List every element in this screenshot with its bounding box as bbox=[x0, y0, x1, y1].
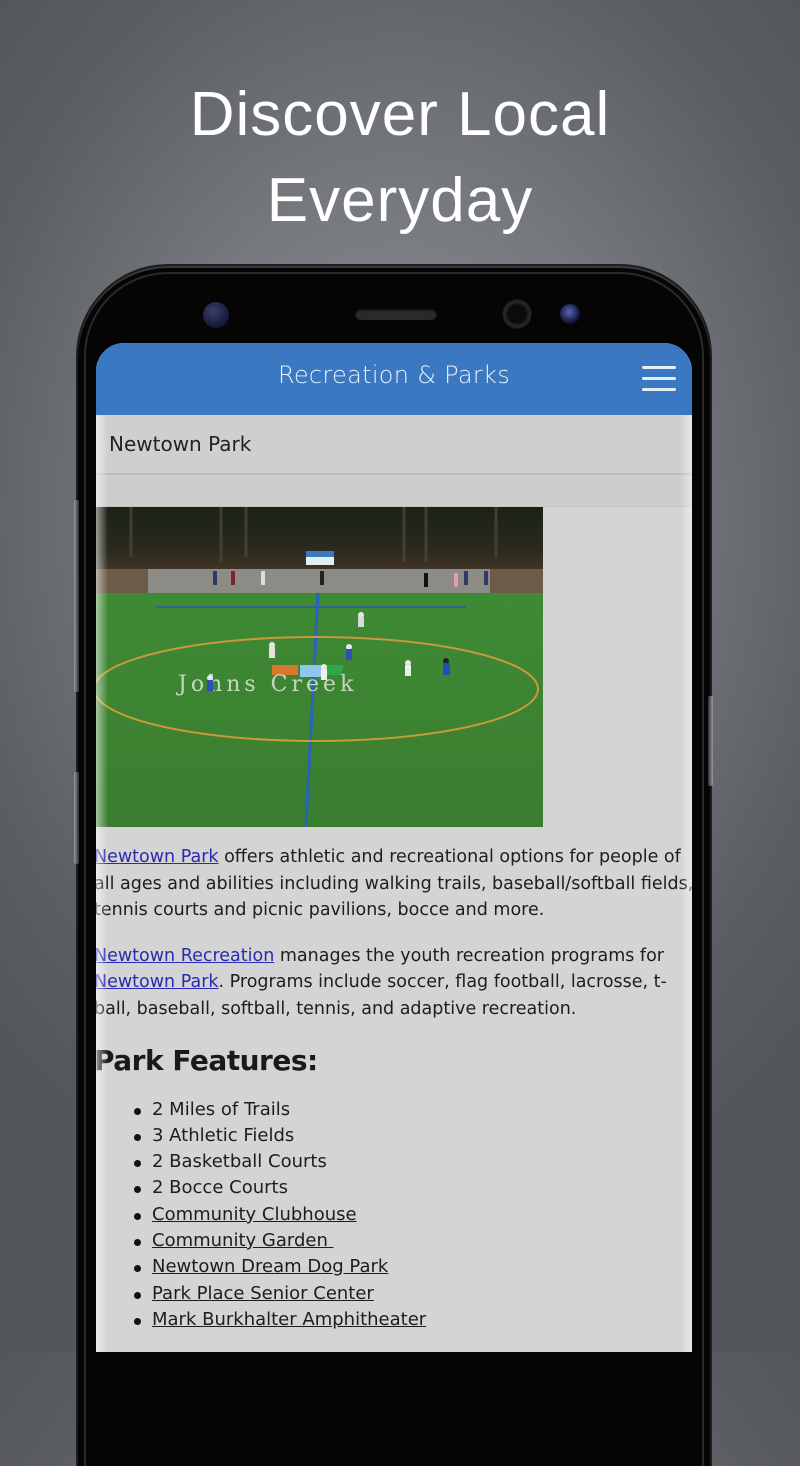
feature-item-link: Community Garden bbox=[134, 1228, 692, 1254]
field-logo-text: Johns Creek bbox=[176, 672, 357, 697]
tree-line bbox=[96, 507, 543, 579]
feature-label: 2 Basketball Courts bbox=[152, 1151, 327, 1173]
volume-up-button bbox=[74, 500, 79, 692]
senior-center-link[interactable]: Park Place Senior Center bbox=[152, 1283, 374, 1304]
hero-image: Johns Creek bbox=[96, 507, 543, 827]
proximity-sensor-icon bbox=[203, 302, 229, 328]
recreation-text-2: . Programs include soccer, flag football… bbox=[218, 972, 667, 992]
earpiece-speaker bbox=[355, 309, 437, 320]
feature-item-link: Park Place Senior Center bbox=[134, 1281, 692, 1307]
lacrosse-field-photo: Johns Creek bbox=[96, 507, 543, 827]
iris-sensor-icon bbox=[560, 304, 580, 324]
front-camera-icon bbox=[502, 299, 532, 329]
turf-field bbox=[96, 593, 543, 827]
phone-screen: Recreation & Parks Newtown Park Johns Cr… bbox=[96, 343, 692, 1352]
amphitheater-link[interactable]: Mark Burkhalter Amphitheater bbox=[152, 1309, 426, 1330]
hamburger-menu-icon-bottom bbox=[642, 388, 676, 391]
feature-label: 2 Bocce Courts bbox=[152, 1177, 288, 1199]
promo-headline-line2: Everyday bbox=[266, 166, 534, 235]
hamburger-menu-icon bbox=[642, 366, 676, 369]
page-heading: Newtown Park bbox=[109, 432, 252, 456]
app-bar: Recreation & Parks bbox=[96, 343, 692, 415]
newtown-recreation-link[interactable]: Newtown Recreation bbox=[96, 946, 274, 966]
feature-item: 2 Bocce Courts bbox=[134, 1175, 692, 1201]
park-features-list: 2 Miles of Trails 3 Athletic Fields 2 Ba… bbox=[96, 1097, 692, 1334]
intro-text: offers athletic and recreational options… bbox=[218, 847, 681, 867]
power-button bbox=[708, 696, 713, 786]
promo-headline-line1: Discover Local bbox=[189, 80, 611, 149]
intro-text-line3: tennis courts and picnic pavilions, bocc… bbox=[96, 900, 545, 920]
feature-item-link: Mark Burkhalter Amphitheater bbox=[134, 1307, 692, 1333]
hamburger-menu-icon-middle bbox=[642, 377, 676, 380]
subheader-divider bbox=[96, 475, 692, 507]
recreation-paragraph: Newtown Recreation manages the youth rec… bbox=[96, 943, 692, 1023]
menu-button[interactable] bbox=[642, 366, 676, 392]
feature-label: 3 Athletic Fields bbox=[152, 1124, 295, 1146]
app-title: Recreation & Parks bbox=[277, 361, 511, 389]
feature-item: 2 Miles of Trails bbox=[134, 1097, 692, 1123]
feature-item-link: Community Clubhouse bbox=[134, 1202, 692, 1228]
dream-dog-park-link[interactable]: Newtown Dream Dog Park bbox=[152, 1256, 388, 1277]
stone-wall bbox=[148, 569, 490, 593]
feature-item: 3 Athletic Fields bbox=[134, 1123, 692, 1149]
newtown-park-link-2[interactable]: Newtown Park bbox=[96, 972, 219, 992]
feature-item-link: Newtown Dream Dog Park bbox=[134, 1254, 692, 1280]
community-clubhouse-link[interactable]: Community Clubhouse bbox=[152, 1204, 357, 1225]
newtown-park-link[interactable]: Newtown Park bbox=[96, 847, 219, 867]
page-content: Newtown Park offers athletic and recreat… bbox=[96, 844, 692, 1333]
intro-text-line2: all ages and abilities including walking… bbox=[96, 873, 692, 894]
promo-headline: Discover Local Everyday bbox=[0, 72, 800, 244]
page-heading-bar: Newtown Park bbox=[96, 415, 692, 475]
feature-item: 2 Basketball Courts bbox=[134, 1149, 692, 1175]
recreation-text: manages the youth recreation programs fo… bbox=[274, 945, 664, 966]
bixby-button bbox=[74, 772, 79, 864]
feature-label: 2 Miles of Trails bbox=[152, 1098, 291, 1120]
recreation-text-line3: ball, baseball, softball, tennis, and ad… bbox=[96, 998, 577, 1019]
community-garden-link[interactable]: Community Garden bbox=[152, 1230, 334, 1251]
park-features-heading: Park Features: bbox=[96, 1044, 318, 1077]
intro-paragraph: Newtown Park offers athletic and recreat… bbox=[96, 844, 692, 924]
